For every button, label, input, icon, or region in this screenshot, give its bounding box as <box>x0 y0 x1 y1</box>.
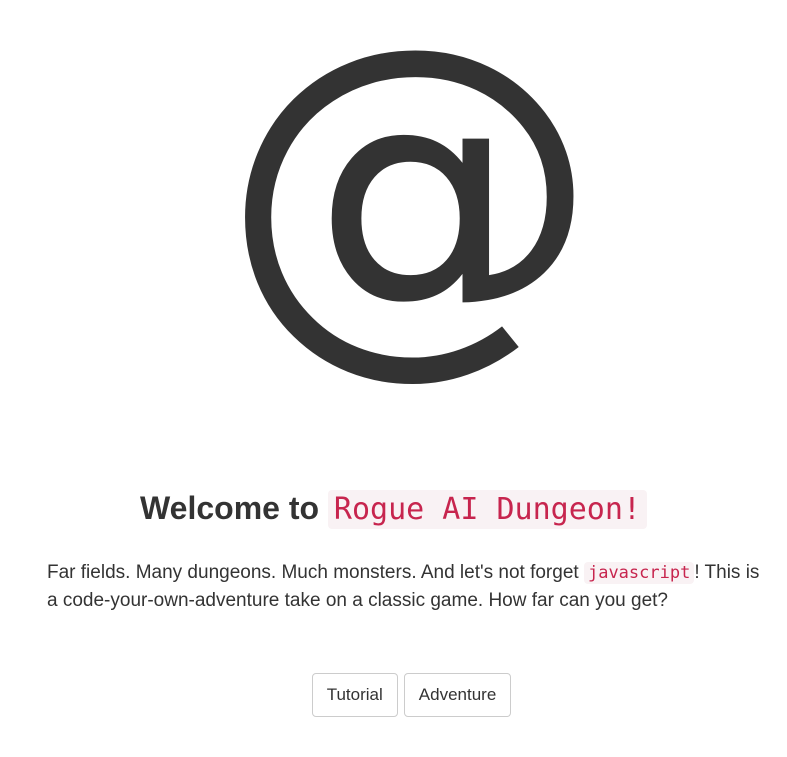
game-name: Rogue AI Dungeon! <box>327 490 647 529</box>
page-title: Welcome to Rogue AI Dungeon! <box>0 485 787 533</box>
intro-paragraph: Far fields. Many dungeons. Much monsters… <box>47 559 767 615</box>
intro-code-word: javascript <box>583 562 695 584</box>
intro-text-before: Far fields. Many dungeons. Much monsters… <box>47 562 584 583</box>
at-sign-icon: @ <box>220 0 600 408</box>
title-prefix: Welcome to <box>140 490 320 526</box>
adventure-button[interactable]: Adventure <box>403 673 512 717</box>
mode-buttons: Tutorial Adventure <box>0 673 787 717</box>
tutorial-button[interactable]: Tutorial <box>311 673 398 717</box>
